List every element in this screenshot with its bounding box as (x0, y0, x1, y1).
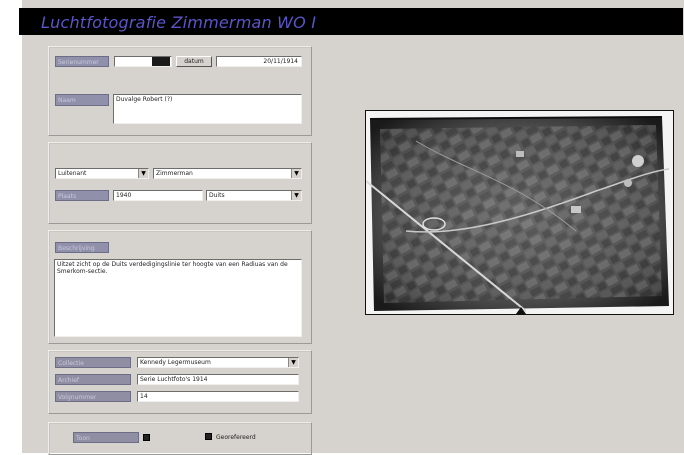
chevron-down-icon[interactable]: ▼ (138, 169, 148, 178)
collection-label: Collectie (55, 357, 131, 368)
title-bar: Luchtfotografie Zimmerman WO I (19, 8, 683, 35)
rank-value: Luitenant (58, 170, 87, 177)
chevron-down-icon[interactable]: ▼ (291, 191, 301, 200)
georeference-label: Georefereerd (216, 434, 256, 441)
aerial-photo-image (365, 111, 673, 314)
name-field[interactable]: Duvalge Robert (?) (113, 94, 302, 124)
region-value: Duits (209, 192, 225, 199)
sequence-field[interactable]: 14 (137, 391, 299, 402)
description-label: Beschrijving (55, 242, 109, 253)
sequence-label: Volgnummer (55, 391, 131, 402)
date-button[interactable]: datum (176, 56, 212, 67)
region-select[interactable]: Duits ▼ (206, 190, 302, 201)
unit-value: Zimmerman (156, 170, 193, 177)
collection-value: Kennedy Legermuseum (140, 359, 211, 366)
georeference-checkbox[interactable] (205, 433, 212, 440)
archive-label: Archief (55, 374, 131, 385)
date-field[interactable]: 20/11/1914 (216, 56, 302, 67)
place-label: Plaats (55, 190, 109, 201)
rank-select[interactable]: Luitenant ▼ (55, 168, 149, 179)
show-checkbox[interactable] (143, 434, 150, 441)
show-button[interactable]: Toon (73, 432, 139, 443)
year-field[interactable]: 1940 (113, 190, 203, 201)
chevron-down-icon[interactable]: ▼ (288, 358, 298, 367)
group-panel (48, 142, 312, 224)
serial-selection (152, 57, 170, 66)
name-label: Naam (55, 94, 109, 106)
serial-label: Serienummer (55, 56, 109, 67)
description-field[interactable]: Uitzet zicht op de Duits verdedigingslin… (54, 259, 302, 337)
chevron-down-icon[interactable]: ▼ (291, 169, 301, 178)
aerial-photo (365, 110, 674, 315)
window-title: Luchtfotografie Zimmerman WO I (41, 13, 317, 32)
unit-select[interactable]: Zimmerman ▼ (153, 168, 302, 179)
archive-field[interactable]: Serie Luchtfoto's 1914 (137, 374, 299, 385)
collection-select[interactable]: Kennedy Legermuseum ▼ (137, 357, 299, 368)
